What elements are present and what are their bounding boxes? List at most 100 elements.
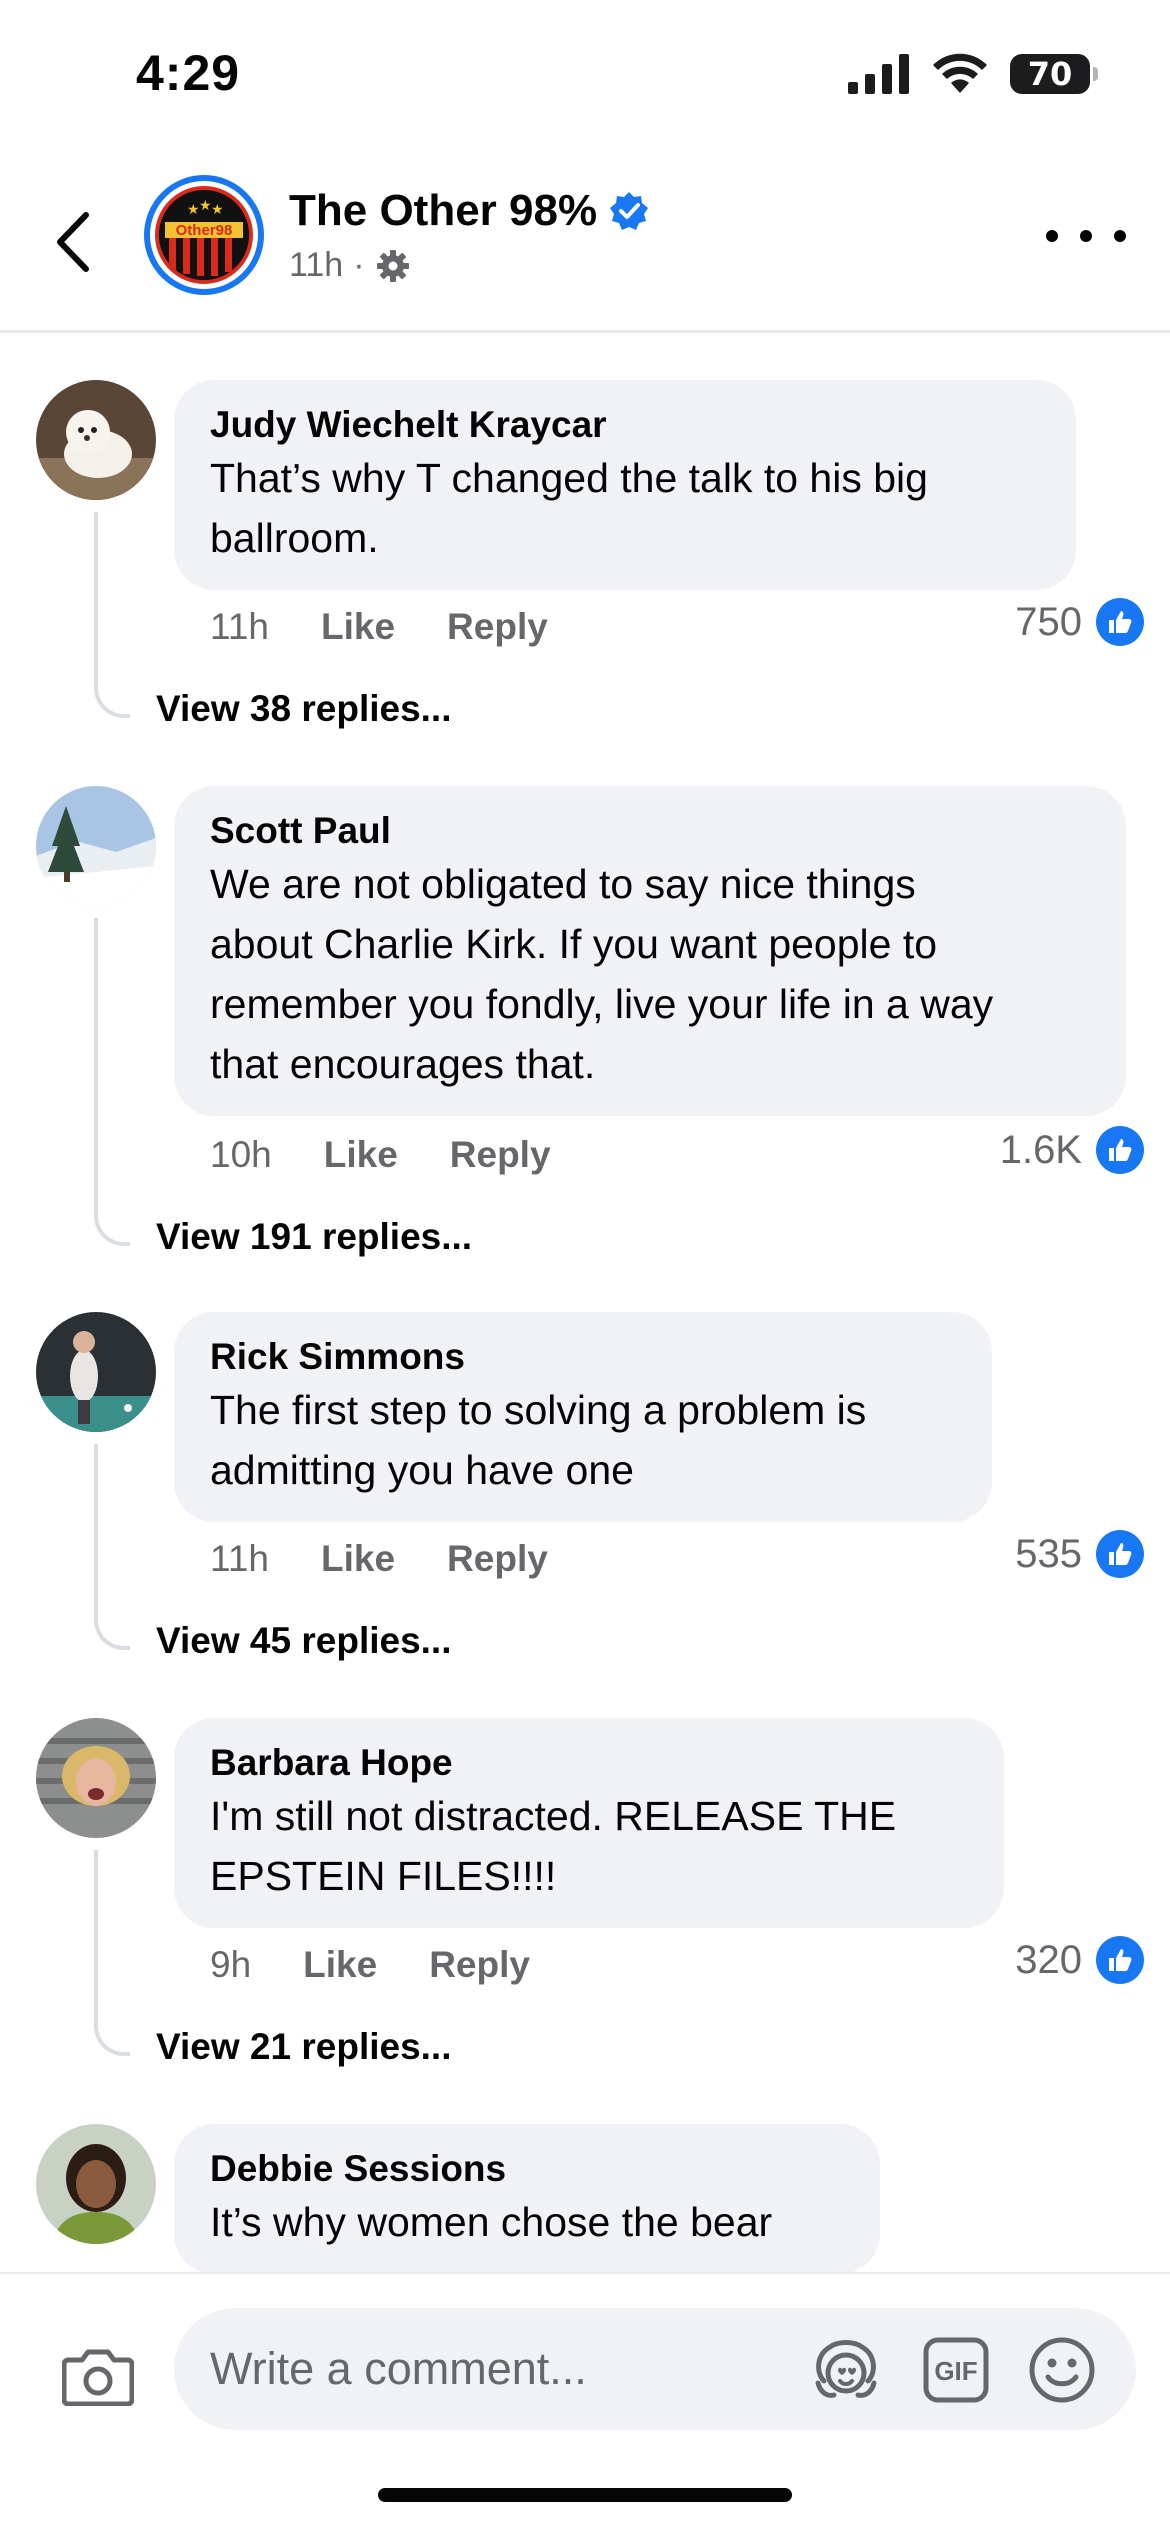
cellular-signal-icon <box>848 54 909 94</box>
comment-author[interactable]: Rick Simmons <box>210 1334 956 1380</box>
comment-bubble[interactable]: Barbara Hope I'm still not distracted. R… <box>174 1718 1004 1928</box>
svg-text:★: ★ <box>187 201 200 217</box>
comment-author[interactable]: Barbara Hope <box>210 1740 968 1786</box>
status-time: 4:29 <box>136 45 241 101</box>
comment-bubble[interactable]: Judy Wiechelt Kraycar That’s why T chang… <box>174 380 1076 590</box>
comment-text: admitting you have one <box>210 1447 634 1493</box>
battery-icon: 70 <box>1010 54 1098 94</box>
svg-text:GIF: GIF <box>934 2356 977 2386</box>
thumbs-up-icon <box>1096 598 1144 646</box>
view-replies-link[interactable]: View 45 replies... <box>156 1620 452 1662</box>
camera-button[interactable] <box>58 2336 138 2416</box>
thumbs-up-icon <box>1096 1126 1144 1174</box>
thumbs-up-icon <box>1096 1530 1144 1578</box>
reply-button[interactable]: Reply <box>447 606 548 648</box>
avatar[interactable] <box>36 1312 156 1432</box>
avatar[interactable] <box>36 786 156 906</box>
reaction-summary[interactable]: 750 <box>1015 598 1144 646</box>
comment-field[interactable]: GIF <box>174 2308 1136 2430</box>
like-button[interactable]: Like <box>321 606 395 648</box>
thread-line <box>94 1444 130 1650</box>
post-meta: 11h · <box>289 246 411 285</box>
comment-bubble[interactable]: Debbie Sessions It’s why women chose the… <box>174 2124 880 2274</box>
comment-actions: 9h Like Reply <box>210 1944 582 1986</box>
comment-author[interactable]: Judy Wiechelt Kraycar <box>210 402 1040 448</box>
thread-line <box>94 512 130 718</box>
reply-button[interactable]: Reply <box>447 1538 548 1580</box>
more-dot-icon <box>1046 230 1058 242</box>
comment-actions: 10h Like Reply <box>210 1134 603 1176</box>
gear-icon <box>376 249 409 282</box>
reaction-summary[interactable]: 1.6K <box>1000 1126 1144 1174</box>
reaction-summary[interactable]: 535 <box>1015 1530 1144 1578</box>
page-avatar[interactable]: Other98 ★ ★ ★ <box>144 175 264 295</box>
logo-graphic: Other98 ★ ★ ★ <box>159 190 249 280</box>
comment-text: that encourages that. <box>210 1041 596 1087</box>
svg-text:★: ★ <box>211 201 224 217</box>
emoji-button[interactable] <box>1026 2334 1098 2406</box>
comment-actions: 11h Like Reply <box>210 1538 600 1580</box>
comment-bubble[interactable]: Rick Simmons The first step to solving a… <box>174 1312 992 1522</box>
camera-icon <box>62 2349 134 2406</box>
comment-input[interactable] <box>210 2336 770 2402</box>
more-options-button[interactable] <box>1046 216 1126 256</box>
svg-text:Other98: Other98 <box>176 222 233 239</box>
reaction-count: 750 <box>1015 599 1082 644</box>
like-button[interactable]: Like <box>321 1538 395 1580</box>
reaction-count: 1.6K <box>999 1127 1082 1172</box>
view-replies-link[interactable]: View 191 replies... <box>156 1216 472 1258</box>
comment-text: I'm still not distracted. RELEASE THE <box>210 1793 897 1839</box>
comment-author[interactable]: Scott Paul <box>210 808 1090 854</box>
comment-author[interactable]: Debbie Sessions <box>210 2146 844 2192</box>
avatar[interactable] <box>36 1718 156 1838</box>
comment-time: 11h <box>210 1538 269 1579</box>
verified-badge-icon <box>610 192 649 230</box>
gif-icon: GIF <box>923 2337 989 2403</box>
comment-actions: 11h Like Reply <box>210 606 600 648</box>
avatar[interactable] <box>36 380 156 500</box>
comment-text: The first step to solving a problem is <box>210 1387 867 1433</box>
back-button[interactable] <box>44 202 100 282</box>
page-name[interactable]: The Other 98% <box>289 186 597 236</box>
reply-button[interactable]: Reply <box>429 1944 530 1986</box>
post-time: 11h <box>289 246 344 284</box>
post-header: Other98 ★ ★ ★ The Other 98% 11h · <box>0 150 1170 333</box>
page-logo: Other98 ★ ★ ★ <box>155 186 253 284</box>
more-dot-icon <box>1080 230 1092 242</box>
chevron-left-icon <box>57 212 89 272</box>
view-replies-link[interactable]: View 21 replies... <box>156 2026 452 2068</box>
comment-text: It’s why women chose the bear <box>210 2199 773 2245</box>
comment-text: ballroom. <box>210 515 379 561</box>
comment-text: about Charlie Kirk. If you want people t… <box>210 921 938 967</box>
wifi-icon <box>933 53 987 93</box>
reaction-count: 320 <box>1015 1937 1082 1982</box>
smiley-icon <box>1029 2337 1095 2403</box>
comment-bubble[interactable]: Scott Paul We are not obligated to say n… <box>174 786 1126 1116</box>
status-indicators: 70 <box>848 52 1098 96</box>
thumbs-up-icon <box>1096 1936 1144 1984</box>
status-bar: 4:29 70 <box>0 0 1170 150</box>
reaction-count: 535 <box>1015 1531 1082 1576</box>
svg-text:★: ★ <box>199 197 212 213</box>
more-dot-icon <box>1114 230 1126 242</box>
like-button[interactable]: Like <box>303 1944 377 1986</box>
view-replies-link[interactable]: View 38 replies... <box>156 688 452 730</box>
comment-time: 9h <box>210 1944 252 1985</box>
thread-line <box>94 918 130 1246</box>
comment-text: EPSTEIN FILES!!!! <box>210 1853 557 1899</box>
thread-line <box>94 1850 130 2056</box>
reply-button[interactable]: Reply <box>450 1134 551 1176</box>
comment-time: 11h <box>210 606 269 647</box>
reaction-summary[interactable]: 320 <box>1015 1936 1144 1984</box>
avatar[interactable] <box>36 2124 156 2244</box>
avatar-sticker-icon <box>815 2340 877 2398</box>
avatar-sticker-button[interactable] <box>810 2334 882 2406</box>
comment-text: That’s why T changed the talk to his big <box>210 455 928 501</box>
comment-time: 10h <box>210 1134 272 1175</box>
page-name-row: The Other 98% <box>289 186 649 236</box>
home-indicator[interactable] <box>378 2488 792 2502</box>
gif-button[interactable]: GIF <box>920 2334 992 2406</box>
comment-text: We are not obligated to say nice things <box>210 861 916 907</box>
battery-level: 70 <box>1027 55 1073 93</box>
like-button[interactable]: Like <box>324 1134 398 1176</box>
